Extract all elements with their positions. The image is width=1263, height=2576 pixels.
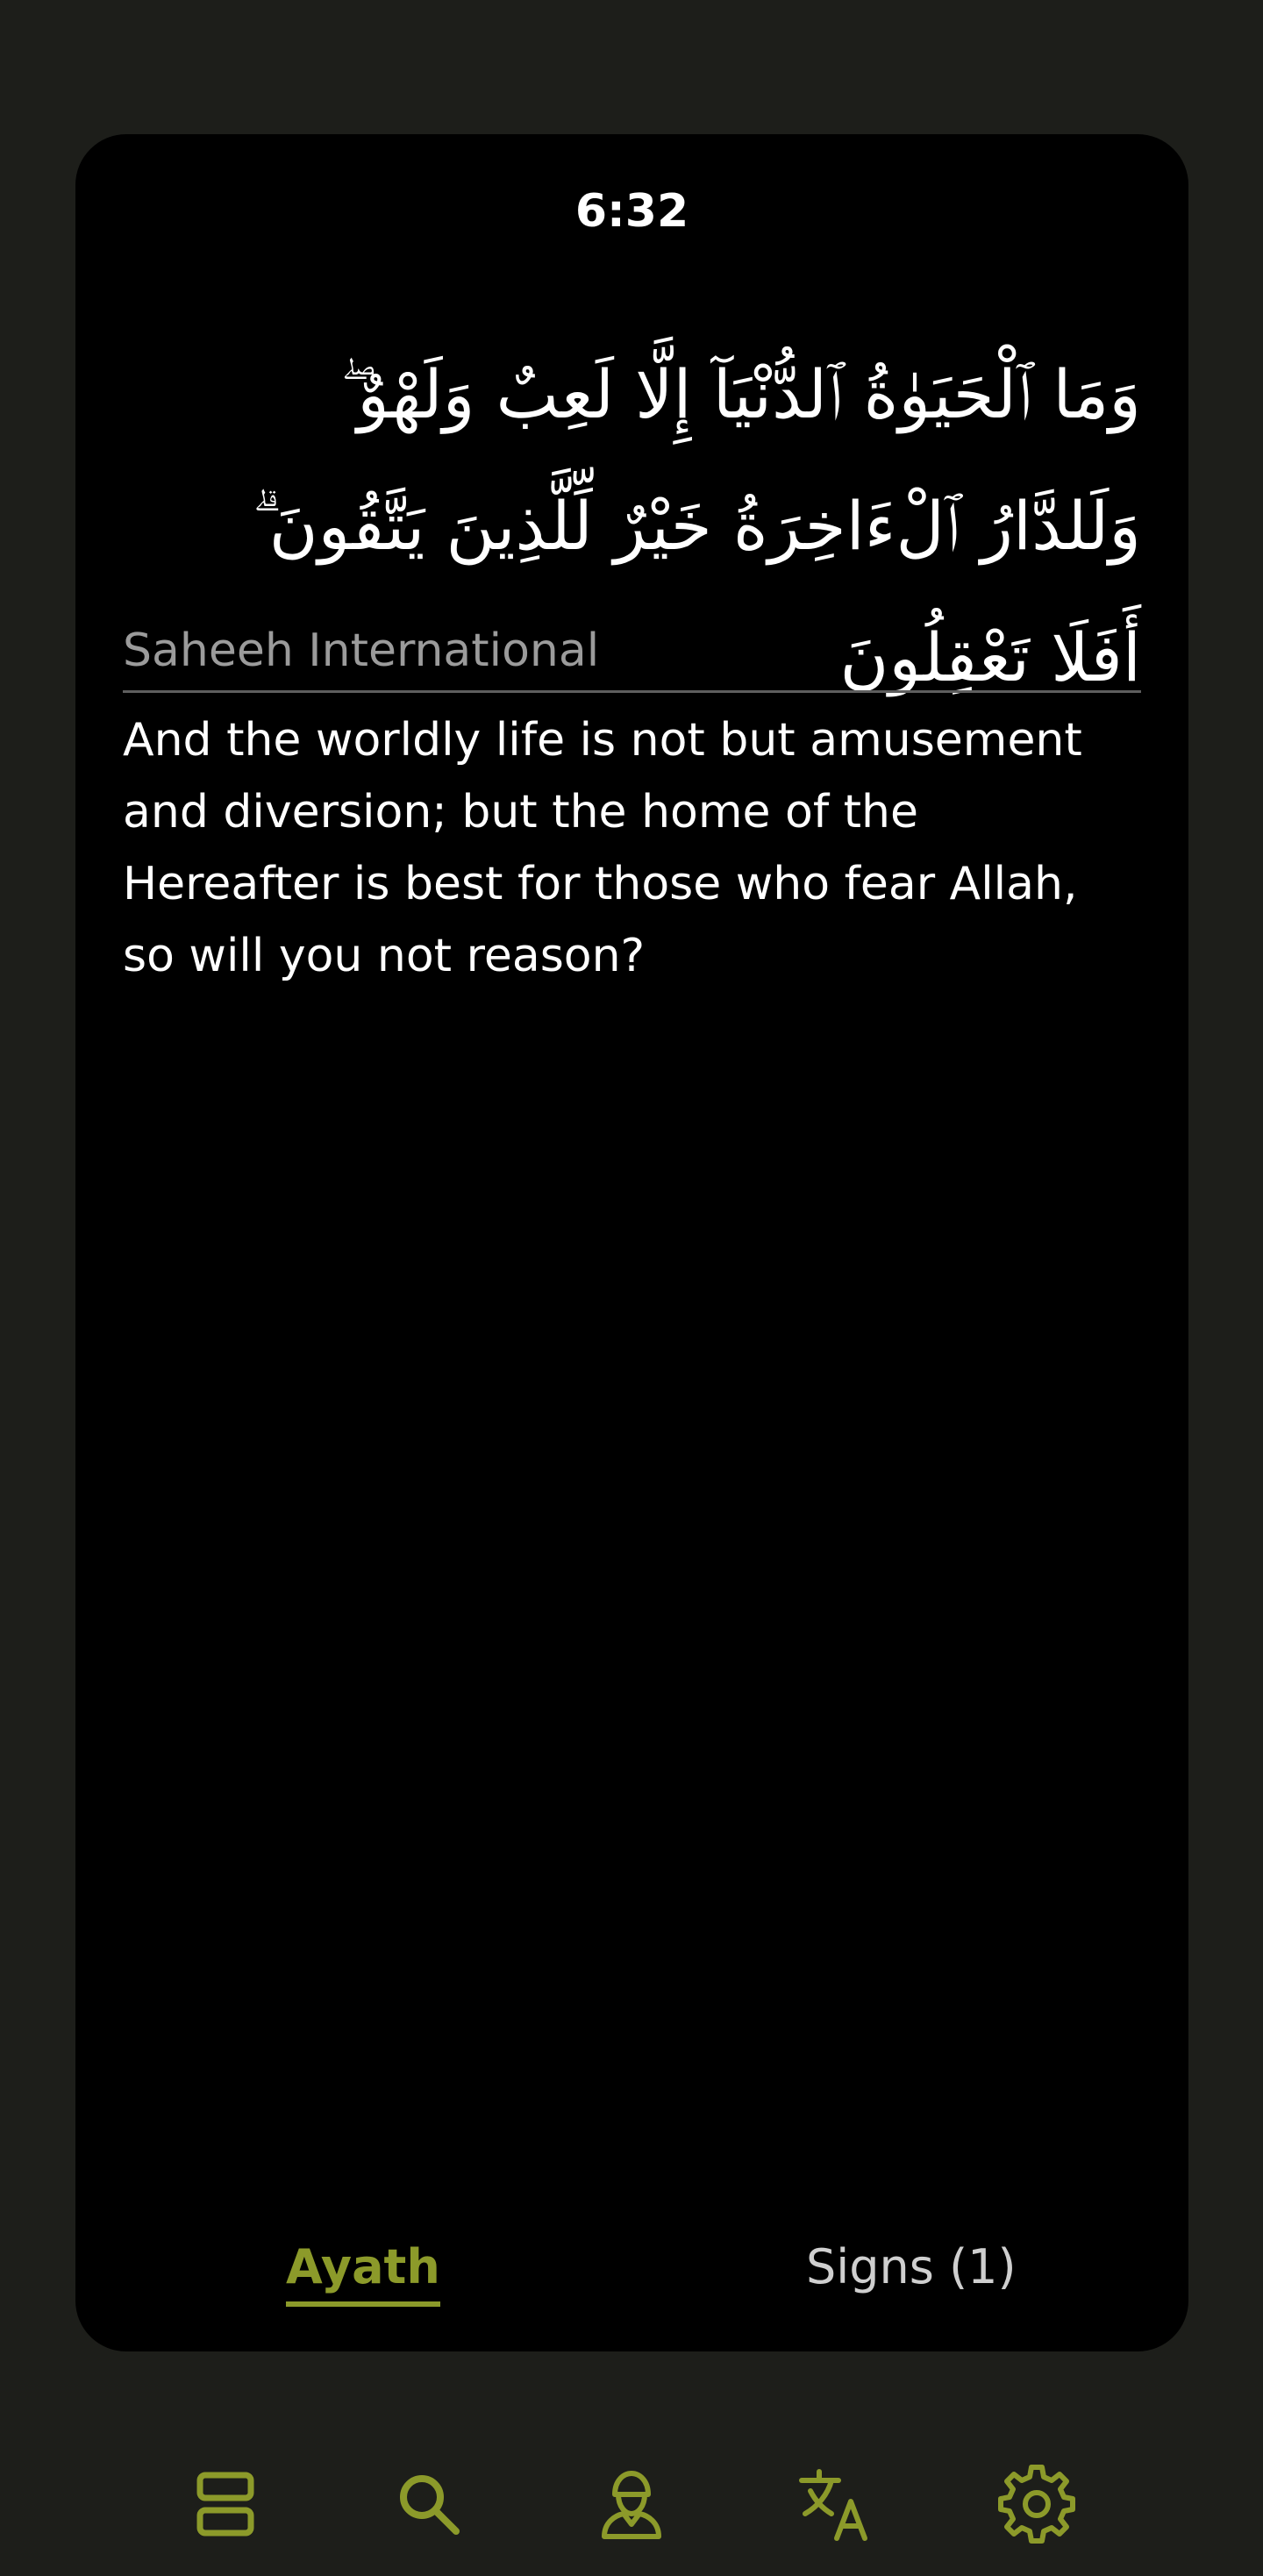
tab-signs[interactable]: Signs (1)	[806, 2239, 1017, 2301]
nav-search-button[interactable]	[389, 2465, 468, 2544]
nav-list-button[interactable]	[186, 2465, 265, 2544]
nav-profile-button[interactable]	[592, 2465, 671, 2544]
tab-ayath[interactable]: Ayath	[286, 2239, 440, 2307]
bottom-navigation	[0, 2465, 1263, 2544]
verse-card: 6:32 وَمَا ٱلْحَيَوٰةُ ٱلدُّنْيَآ إِلَّا…	[75, 134, 1188, 2351]
search-icon	[400, 2475, 460, 2535]
translate-icon	[799, 2469, 867, 2541]
translation-text: And the worldly life is not but amusemen…	[123, 714, 1082, 982]
status-time: 6:32	[574, 185, 689, 238]
translator-name[interactable]: Saheeh International	[123, 624, 1141, 694]
nav-translate-button[interactable]	[795, 2465, 874, 2544]
list-icon	[196, 2472, 254, 2537]
nav-settings-button[interactable]	[997, 2465, 1076, 2544]
person-icon	[602, 2471, 661, 2539]
settings-icon	[998, 2465, 1075, 2544]
